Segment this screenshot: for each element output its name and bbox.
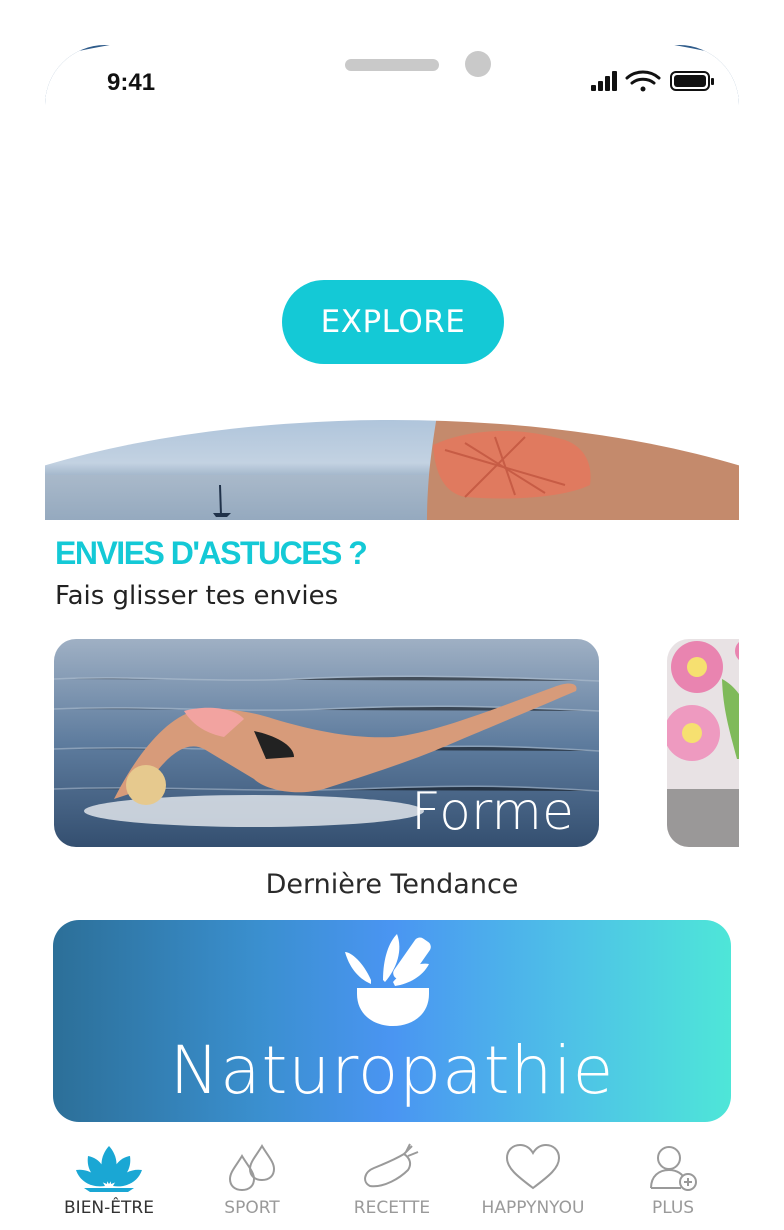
status-time: 9:41 [107,69,156,96]
speaker-grille [345,59,439,71]
banner-title: Naturopathie [169,1032,615,1109]
tab-bien-etre[interactable]: BIEN-ÊTRE [49,1130,169,1230]
card-forme-image: Forme [54,639,599,847]
lotus-icon [76,1146,142,1192]
trend-heading: Dernière Tendance [265,869,519,900]
section-subtitle: Fais glisser tes envies [55,581,339,611]
eggplant-icon [364,1143,419,1188]
hero-banner: Deviens la meilleure version de toi même… [45,45,739,520]
user-plus-icon [650,1146,697,1191]
tab-happynyou[interactable]: HAPPYNYOU [473,1130,593,1230]
tab-label-sport: SPORT [224,1198,280,1218]
signal-icon [591,71,617,91]
heart-icon [505,1143,561,1190]
tab-sport[interactable]: SPORT [192,1130,312,1230]
front-camera [465,51,491,77]
category-card-next[interactable] [667,639,739,847]
tab-label-happynyou: HAPPYNYOU [481,1198,585,1218]
tab-recette[interactable]: RECETTE [332,1130,452,1230]
tab-label-plus: PLUS [651,1198,695,1218]
wifi-icon [625,70,661,92]
mortar-pestle-herbs-icon [345,934,431,1026]
svg-text:Forme: Forme [411,782,574,842]
hero-title-line2: version de toi même [221,222,563,261]
device-notch [198,45,588,101]
hero-title: Deviens la meilleure version de toi même [142,191,642,259]
category-card-forme[interactable]: Forme [54,639,599,847]
drops-icon [228,1144,276,1192]
battery-icon [670,71,714,91]
tab-label-bien-etre: BIEN-ÊTRE [64,1198,154,1218]
status-icons [591,70,714,92]
card-forme-label: Forme [411,782,574,842]
explore-button[interactable]: EXPLORE [282,280,504,364]
card-flower-image [667,639,739,847]
naturopathie-banner[interactable]: Naturopathie [53,920,731,1122]
hero-title-line1: Deviens la meilleure [223,188,561,227]
tab-label-recette: RECETTE [353,1198,431,1218]
app-screen: Deviens la meilleure version de toi même… [45,45,739,1230]
bottom-tab-bar: BIEN-ÊTRE SPORT RECETTE HAPPYNYOU PLUS [45,1130,739,1230]
tab-plus[interactable]: PLUS [613,1130,733,1230]
section-title: ENVIES D'ASTUCES ? [55,535,368,571]
